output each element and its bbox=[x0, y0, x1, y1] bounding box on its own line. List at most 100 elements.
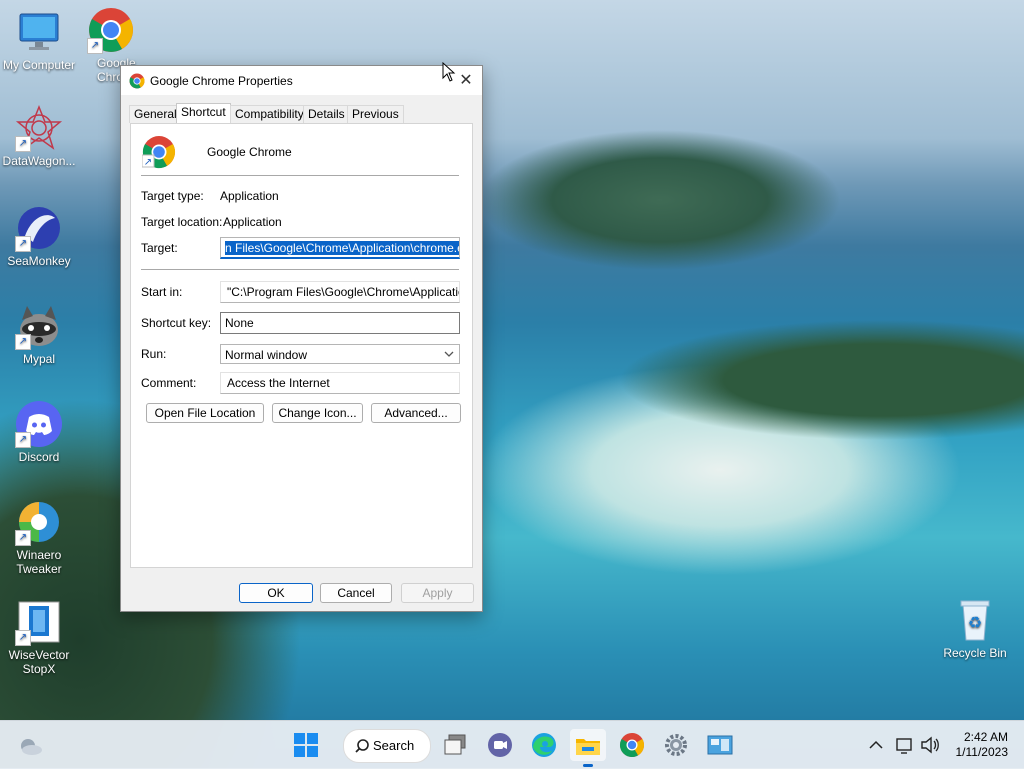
chevron-down-icon bbox=[443, 345, 455, 363]
tab-details[interactable]: Details bbox=[303, 105, 350, 123]
mouse-cursor-icon bbox=[442, 61, 456, 85]
desktop-icon-label: My Computer bbox=[2, 58, 76, 72]
desktop-icon-label: WiseVector StopX bbox=[8, 648, 70, 676]
shortcut-key-input[interactable]: None bbox=[220, 312, 460, 334]
shortcut-key-label: Shortcut key: bbox=[141, 316, 212, 330]
desktop-icon-my-computer[interactable]: My Computer bbox=[0, 8, 79, 72]
shortcut-arrow-icon: ↗ bbox=[87, 38, 103, 54]
shortcut-arrow-icon: ↗ bbox=[15, 530, 31, 546]
divider bbox=[141, 269, 459, 270]
seamonkey-icon: ↗ bbox=[15, 204, 63, 252]
folder-icon bbox=[576, 739, 600, 755]
tab-shortcut[interactable]: Shortcut bbox=[176, 103, 231, 124]
target-type-value: Application bbox=[220, 189, 279, 203]
network-button[interactable] bbox=[893, 729, 917, 761]
target-input[interactable]: n Files\Google\Chrome\Application\chrome… bbox=[220, 237, 460, 259]
start-in-input[interactable]: "C:\Program Files\Google\Chrome\Applicat… bbox=[220, 281, 460, 303]
target-location-label: Target location: bbox=[141, 215, 223, 229]
volume-icon bbox=[921, 736, 939, 754]
dialog-titlebar[interactable]: Google Chrome Properties ✕ bbox=[121, 66, 482, 95]
mypal-raccoon-icon: ↗ bbox=[15, 302, 63, 350]
show-hidden-icons-button[interactable] bbox=[864, 729, 888, 761]
shortcut-arrow-icon: ↗ bbox=[15, 630, 31, 646]
settings-button[interactable] bbox=[660, 729, 692, 761]
close-button[interactable]: ✕ bbox=[456, 70, 476, 90]
network-icon bbox=[896, 738, 912, 754]
desktop-icon-label: Mypal bbox=[22, 352, 55, 366]
comment-label: Comment: bbox=[141, 376, 197, 390]
cancel-button[interactable]: Cancel bbox=[320, 583, 392, 603]
edge-button[interactable] bbox=[528, 729, 560, 761]
target-input-text: n Files\Google\Chrome\Application\chrome… bbox=[225, 241, 459, 255]
clock-time: 2:42 AM bbox=[963, 730, 1008, 744]
desktop-icon-mypal[interactable]: ↗ Mypal bbox=[0, 302, 79, 366]
target-type-label: Target type: bbox=[141, 189, 204, 203]
shortcut-panel: ↗ Google Chrome Target type: Application… bbox=[130, 123, 473, 568]
shortcut-arrow-icon: ↗ bbox=[15, 236, 31, 252]
apply-button[interactable]: Apply bbox=[401, 583, 474, 603]
desktop-icon-label: Discord bbox=[18, 450, 60, 464]
wisevector-icon: ↗ bbox=[15, 598, 63, 646]
gear-icon bbox=[665, 734, 687, 756]
winaero-tweaker-icon: ↗ bbox=[15, 498, 63, 546]
desktop-icon-datawagon[interactable]: ↗ DataWagon... bbox=[0, 104, 79, 168]
divider bbox=[141, 175, 459, 176]
control-panel-button[interactable] bbox=[704, 729, 736, 761]
advanced-button[interactable]: Advanced... bbox=[371, 403, 461, 423]
teams-chat-button[interactable] bbox=[484, 729, 516, 761]
weather-cloud-icon bbox=[21, 739, 42, 755]
chrome-icon: ↗ bbox=[87, 6, 135, 54]
chrome-icon bbox=[129, 73, 145, 92]
desktop-icon-seamonkey[interactable]: ↗ SeaMonkey bbox=[0, 204, 79, 268]
ok-button[interactable]: OK bbox=[239, 583, 313, 603]
desktop-icon-recycle-bin[interactable]: ♻ Recycle Bin bbox=[935, 596, 1015, 660]
target-label: Target: bbox=[141, 241, 178, 255]
desktop-icon-label: Recycle Bin bbox=[943, 646, 1007, 660]
tab-previous-versions[interactable]: Previous Versions bbox=[347, 105, 404, 138]
volume-button[interactable] bbox=[918, 729, 942, 761]
app-chrome-icon: ↗ bbox=[141, 135, 176, 172]
start-button[interactable] bbox=[290, 729, 322, 761]
shortcut-arrow-icon: ↗ bbox=[15, 136, 31, 152]
chrome-icon bbox=[619, 733, 645, 758]
shortcut-arrow-icon: ↗ bbox=[15, 334, 31, 350]
system-clock[interactable]: 2:42 AM 1/11/2023 bbox=[956, 730, 1009, 760]
svg-text:↗: ↗ bbox=[144, 157, 152, 168]
taskbar-search[interactable]: Search bbox=[343, 729, 431, 763]
weather-widget[interactable] bbox=[14, 729, 46, 761]
search-label: Search bbox=[373, 738, 415, 753]
desktop-icon-label: DataWagon... bbox=[2, 154, 76, 168]
teams-chat-icon bbox=[488, 733, 512, 757]
open-file-location-button[interactable]: Open File Location bbox=[146, 403, 264, 423]
monitor-icon bbox=[15, 8, 63, 56]
tab-compatibility[interactable]: Compatibility bbox=[230, 105, 309, 123]
search-icon bbox=[354, 738, 370, 757]
chevron-up-icon bbox=[869, 740, 883, 749]
recycle-bin-icon: ♻ bbox=[951, 596, 999, 644]
dialog-title: Google Chrome Properties bbox=[150, 74, 293, 88]
run-select[interactable]: Normal window bbox=[220, 344, 460, 364]
windows-logo-icon bbox=[294, 733, 318, 757]
run-select-value: Normal window bbox=[225, 348, 308, 362]
active-indicator bbox=[583, 764, 593, 767]
chrome-taskbar-button[interactable] bbox=[616, 729, 648, 761]
shortcut-arrow-icon: ↗ bbox=[15, 432, 31, 448]
close-icon: ✕ bbox=[459, 70, 473, 89]
comment-input[interactable]: Access the Internet bbox=[220, 372, 460, 394]
taskbar: Search 2:42 AM 1/11/2023 bbox=[0, 720, 1024, 769]
start-in-label: Start in: bbox=[141, 285, 183, 299]
desktop-icon-winaero-tweaker[interactable]: ↗ Winaero Tweaker bbox=[0, 498, 79, 576]
change-icon-button[interactable]: Change Icon... bbox=[272, 403, 363, 423]
desktop-icon-wisevector-stopx[interactable]: ↗ WiseVector StopX bbox=[0, 598, 79, 676]
task-view-icon bbox=[444, 734, 466, 755]
task-view-button[interactable] bbox=[440, 729, 472, 761]
file-explorer-button[interactable] bbox=[570, 729, 606, 767]
run-label: Run: bbox=[141, 347, 167, 361]
target-location-value: Application bbox=[223, 215, 282, 229]
clock-date: 1/11/2023 bbox=[955, 745, 1009, 759]
discord-icon: ↗ bbox=[15, 400, 63, 448]
tab-general[interactable]: General bbox=[129, 105, 182, 123]
desktop-icon-label: SeaMonkey bbox=[7, 254, 71, 268]
app-name: Google Chrome bbox=[207, 145, 292, 159]
desktop-icon-discord[interactable]: ↗ Discord bbox=[0, 400, 79, 464]
